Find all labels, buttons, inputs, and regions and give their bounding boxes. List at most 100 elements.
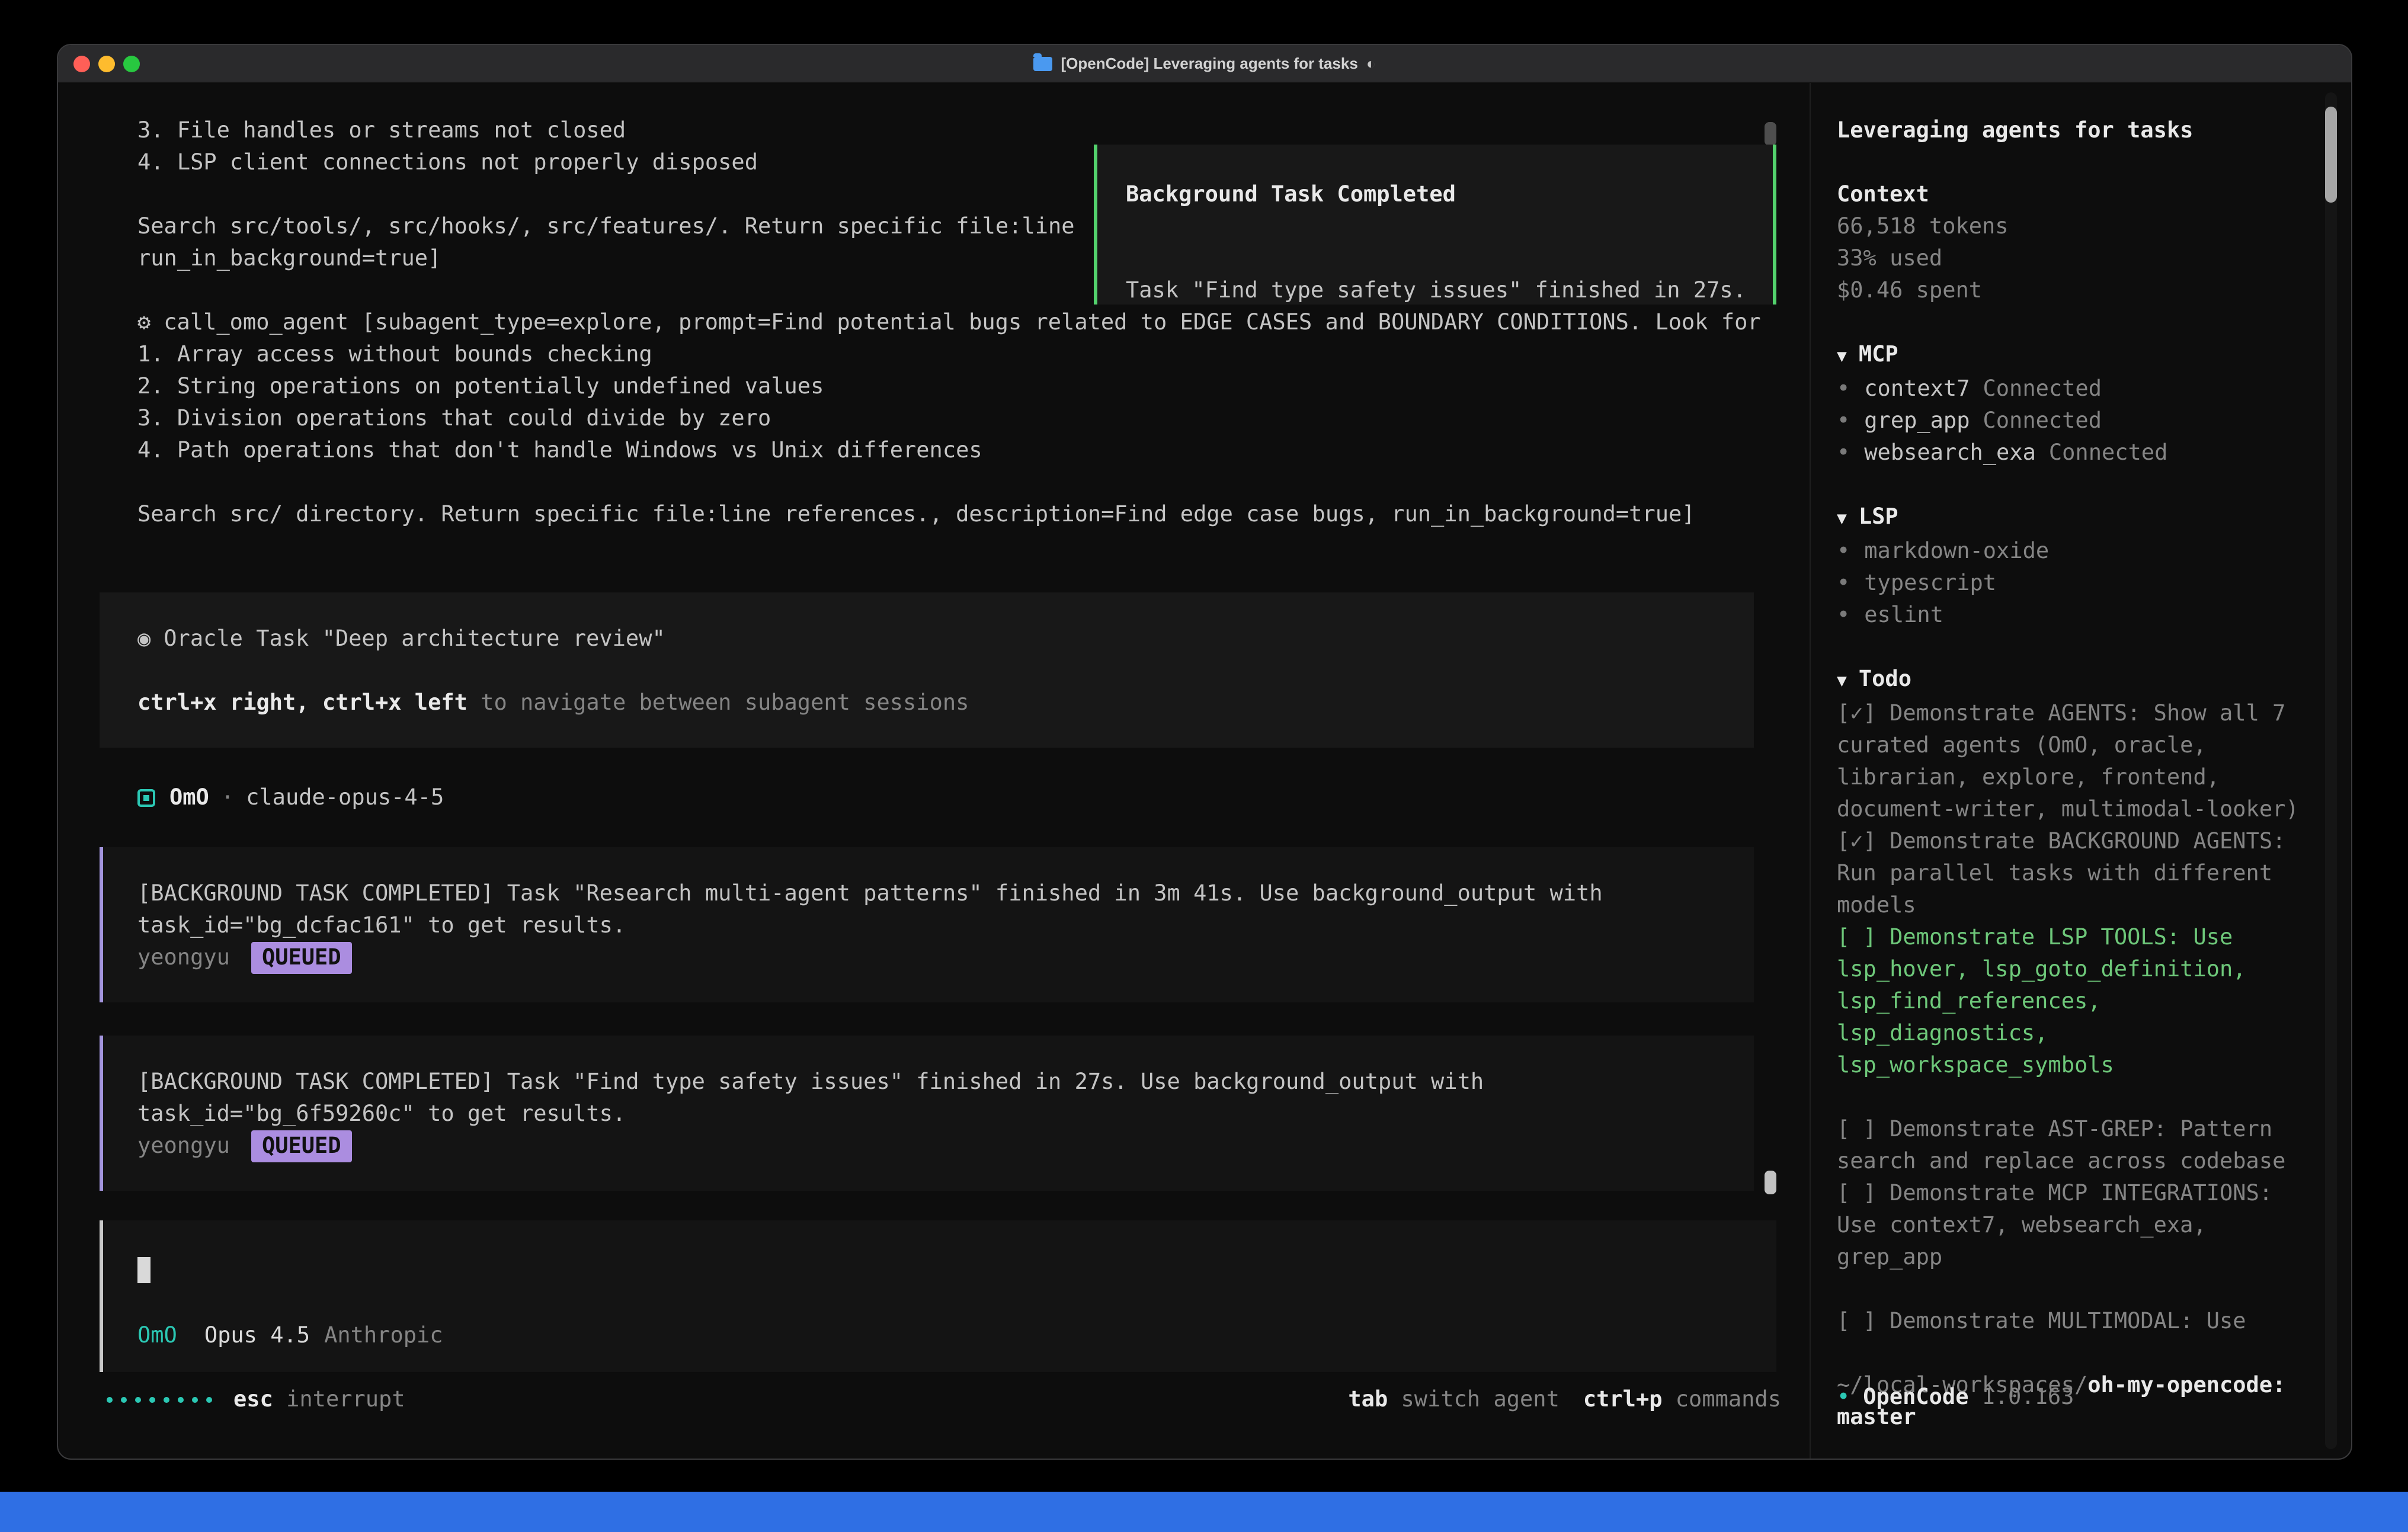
terminal-main-pane: 3. File handles or streams not closed 4.…: [58, 83, 1810, 1459]
tool-call-item: 2. String operations on potentially unde…: [58, 371, 1810, 403]
ctrl-p-key: ctrl+p: [1583, 1387, 1663, 1412]
minimize-button[interactable]: [98, 55, 115, 72]
agent-model: claude-opus-4-5: [246, 782, 444, 814]
subagent-session-icon: ◉: [137, 627, 150, 652]
section-mcp-heading[interactable]: ▼MCP: [1837, 339, 2325, 373]
log-line: Search src/ directory. Return specific f…: [58, 499, 1810, 531]
input-model-name: Opus 4.5: [204, 1323, 310, 1348]
tool-call-item: 1. Array access without bounds checking: [58, 339, 1810, 371]
status-badge: QUEUED: [251, 942, 352, 974]
commands-label: commands: [1676, 1387, 1781, 1412]
folder-icon: [1033, 56, 1052, 70]
mcp-name: grep_app: [1864, 409, 1970, 434]
section-todo-heading[interactable]: ▼Todo: [1837, 664, 2325, 698]
context-used: 33% used: [1837, 243, 2325, 275]
workspace-repo: oh-my-opencode:: [2087, 1373, 2285, 1398]
esc-label: interrupt: [286, 1387, 405, 1412]
agent-header: OmO · claude-opus-4-5: [137, 782, 1810, 814]
tool-call-block: ⚙call_omo_agent [subagent_type=explore, …: [58, 307, 1810, 467]
tool-call-item: 4. Path operations that don't handle Win…: [58, 435, 1810, 467]
lsp-item: •markdown-oxide: [1837, 536, 2325, 568]
background-task-toast: Background Task Completed Task "Find typ…: [1094, 145, 1776, 305]
todo-text: Demonstrate MULTIMODAL: Use: [1890, 1309, 2246, 1334]
status-left: esc interrupt: [107, 1384, 405, 1416]
todo-item: [ ] Demonstrate MCP INTEGRATIONS: Use co…: [1837, 1178, 2325, 1274]
todo-item: [✓] Demonstrate AGENTS: Show all 7 curat…: [1837, 698, 2325, 826]
desktop: [OpenCode] Leveraging agents for tasks ◐…: [0, 0, 2408, 1532]
todo-item: [ ] Demonstrate MULTIMODAL: Use: [1837, 1306, 2325, 1338]
todo-heading-label: Todo: [1859, 667, 1911, 692]
bullet-icon: •: [1837, 571, 1850, 596]
bullet-icon: •: [1837, 441, 1850, 466]
message-text: [BACKGROUND TASK COMPLETED] Task "Resear…: [137, 878, 1754, 942]
esc-hint: esc interrupt: [233, 1384, 405, 1416]
oracle-title-line: ◉ Oracle Task "Deep architecture review": [137, 623, 1754, 655]
bullet-icon: •: [1837, 1385, 1850, 1410]
hint-keys: ctrl+x right, ctrl+x left: [137, 691, 467, 716]
tool-call-line: ⚙call_omo_agent [subagent_type=explore, …: [58, 307, 1810, 339]
agent-omo-icon: [137, 789, 155, 807]
oracle-title: Oracle Task "Deep architecture review": [164, 627, 665, 652]
mcp-heading-label: MCP: [1859, 342, 1898, 367]
window-content: 3. File handles or streams not closed 4.…: [58, 83, 2351, 1459]
prompt-input[interactable]: OmO Opus 4.5 Anthropic: [100, 1220, 1776, 1372]
model-info-line: OmO Opus 4.5 Anthropic: [137, 1320, 1776, 1352]
esc-key: esc: [233, 1387, 273, 1412]
section-lsp-heading[interactable]: ▼LSP: [1837, 501, 2325, 536]
window-title-text: [OpenCode] Leveraging agents for tasks: [1061, 47, 1357, 79]
todo-item: [✓] Demonstrate BACKGROUND AGENTS: Run p…: [1837, 826, 2325, 922]
titlebar[interactable]: [OpenCode] Leveraging agents for tasks ◐: [58, 45, 2351, 83]
main-scrollbar-thumb[interactable]: [1765, 1171, 1776, 1194]
todo-text: Demonstrate AST-GREP: Pattern search and…: [1837, 1117, 2285, 1174]
background-task-message: [BACKGROUND TASK COMPLETED] Task "Find t…: [100, 1036, 1754, 1191]
context-heading-label: Context: [1837, 182, 1929, 207]
sidebar-scrollbar-thumb[interactable]: [2325, 107, 2337, 203]
todo-text: Demonstrate BACKGROUND AGENTS: Run paral…: [1837, 829, 2299, 918]
lsp-heading-label: LSP: [1859, 505, 1898, 530]
tab-key: tab: [1348, 1387, 1388, 1412]
tool-call-text: call_omo_agent [subagent_type=explore, p…: [164, 310, 1760, 335]
close-button[interactable]: [73, 55, 90, 72]
context-tokens: 66,518 tokens: [1837, 211, 2325, 243]
mcp-item: • context7 Connected: [1837, 373, 2325, 405]
bullet-icon: •: [1837, 377, 1850, 402]
context-heading: Context: [1837, 179, 2325, 211]
background-task-message: [BACKGROUND TASK COMPLETED] Task "Resear…: [100, 847, 1754, 1002]
todo-checkbox: [ ]: [1837, 925, 1877, 950]
lsp-name: eslint: [1864, 603, 1943, 628]
todo-text: Demonstrate MCP INTEGRATIONS: Use contex…: [1837, 1181, 2285, 1270]
mcp-status: Connected: [1983, 409, 2102, 434]
mcp-name: context7: [1864, 377, 1970, 402]
app-name: OpenCode: [1863, 1385, 1968, 1410]
message-meta: yeongyu QUEUED: [137, 942, 1754, 974]
todo-checkbox: [✓]: [1837, 701, 1877, 726]
sidebar-scrollbar-track[interactable]: [2325, 92, 2337, 1449]
tab-label: switch agent: [1401, 1387, 1560, 1412]
todo-checkbox: [ ]: [1837, 1117, 1877, 1142]
message-author: yeongyu: [137, 942, 230, 974]
main-scrollbar-thumb-top[interactable]: [1765, 122, 1776, 146]
session-title: Leveraging agents for tasks: [1837, 115, 2325, 147]
maximize-button[interactable]: [123, 55, 140, 72]
mcp-status: Connected: [2049, 441, 2168, 466]
commands-hint: ctrl+p commands: [1583, 1384, 1781, 1416]
tool-call-item: 3. Division operations that could divide…: [58, 403, 1810, 435]
mcp-name: websearch_exa: [1864, 441, 2036, 466]
spinner-dots-icon: [107, 1397, 212, 1403]
todo-checkbox: [ ]: [1837, 1309, 1877, 1334]
log-line: 3. File handles or streams not closed: [58, 115, 1810, 147]
todo-text: Demonstrate AGENTS: Show all 7 curated a…: [1837, 701, 2299, 822]
todo-checkbox: [✓]: [1837, 829, 1877, 854]
status-bar: esc interrupt tab switch agent ctrl+p co…: [107, 1384, 1781, 1416]
lsp-name: typescript: [1864, 571, 1996, 596]
input-agent-name: OmO: [137, 1323, 177, 1348]
message-meta: yeongyu QUEUED: [137, 1130, 1754, 1162]
input-provider-name: Anthropic: [324, 1323, 443, 1348]
mcp-status: Connected: [1983, 377, 2102, 402]
input-cursor-line[interactable]: [137, 1256, 1776, 1288]
mcp-item: •grep_appConnected: [1837, 405, 2325, 437]
desktop-wallpaper-strip: [0, 1492, 2408, 1532]
lsp-name: markdown-oxide: [1864, 539, 2049, 564]
lsp-item: • typescript: [1837, 568, 2325, 600]
lsp-item: •eslint: [1837, 600, 2325, 632]
